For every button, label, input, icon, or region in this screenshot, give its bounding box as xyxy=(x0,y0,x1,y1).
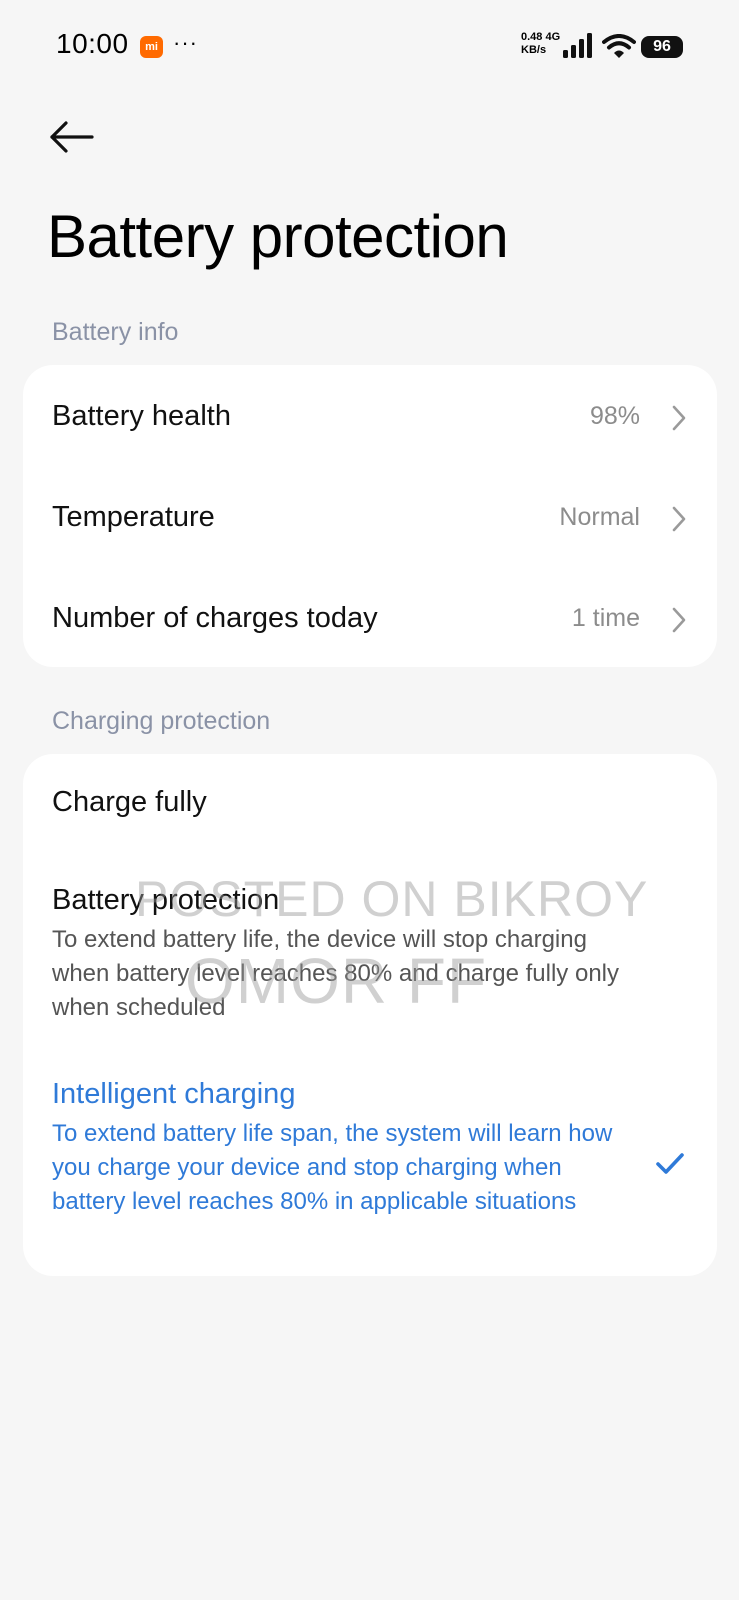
option-title: Battery protection xyxy=(52,884,280,916)
option-title: Intelligent charging xyxy=(52,1078,296,1110)
charging-protection-card: Charge fully Battery protection To exten… xyxy=(23,754,717,1276)
network-speed: 0.48 4G KB/s xyxy=(521,31,560,57)
network-speed-value: 0.48 4G xyxy=(521,31,561,43)
network-speed-unit: KB/s xyxy=(521,44,547,56)
section-header-battery-info: Battery info xyxy=(52,318,179,346)
page-title: Battery protection xyxy=(47,203,509,270)
mi-notification-icon: mi xyxy=(140,36,163,58)
option-battery-protection[interactable]: Battery protection To extend battery lif… xyxy=(23,854,717,1044)
battery-health-row[interactable]: Battery health 98% xyxy=(23,365,717,468)
temperature-row[interactable]: Temperature Normal xyxy=(23,466,717,569)
row-value: Normal xyxy=(559,503,640,531)
status-bar: 10:00 mi ··· 0.48 4G KB/s 96 xyxy=(0,0,739,90)
chevron-right-icon xyxy=(672,607,686,633)
section-header-charging-protection: Charging protection xyxy=(52,707,271,735)
option-charge-fully[interactable]: Charge fully xyxy=(23,754,717,854)
status-time: 10:00 xyxy=(56,28,129,59)
option-intelligent-charging[interactable]: Intelligent charging To extend battery l… xyxy=(23,1044,717,1276)
cellular-signal-icon xyxy=(563,33,592,58)
row-label: Number of charges today xyxy=(52,602,378,634)
option-description: To extend battery life span, the system … xyxy=(52,1120,613,1215)
row-value: 1 time xyxy=(571,604,640,632)
row-label: Battery health xyxy=(52,400,231,432)
option-description: To extend battery life, the device will … xyxy=(52,926,619,1021)
battery-icon: 96 xyxy=(641,36,683,58)
charges-today-row[interactable]: Number of charges today 1 time xyxy=(23,567,717,670)
more-notifications-icon: ··· xyxy=(173,30,198,55)
row-label: Temperature xyxy=(52,501,215,533)
chevron-right-icon xyxy=(672,506,686,532)
wifi-icon xyxy=(602,34,636,58)
checkmark-icon xyxy=(656,1153,684,1174)
option-title: Charge fully xyxy=(52,786,207,818)
chevron-right-icon xyxy=(672,405,686,431)
back-arrow-icon xyxy=(50,121,94,153)
back-button[interactable] xyxy=(46,113,102,169)
row-value: 98% xyxy=(589,402,640,430)
battery-info-card: Battery health 98% Temperature Normal Nu… xyxy=(23,365,717,667)
